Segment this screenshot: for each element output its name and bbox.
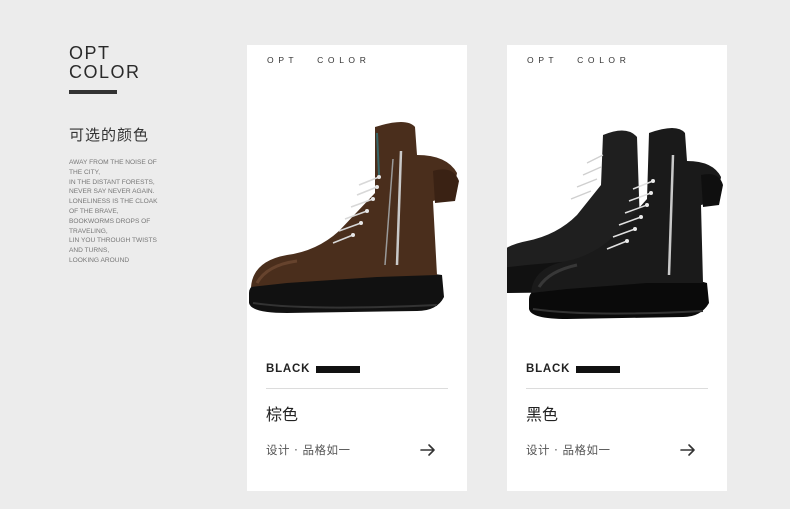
blurb-line: BOOKWORMS DROPS OF [69,217,151,225]
card-top-label: O P T C O L O R [527,55,626,65]
title-line-2: COLOR [69,62,141,82]
badge-label: BLACK [266,363,311,375]
card-top-label: O P T C O L O R [267,55,366,65]
divider [526,388,708,389]
blurb-line: LOOKING AROUND [69,256,130,264]
blurb-line: AWAY FROM THE NOISE OF [69,159,157,166]
badge-label: BLACK [526,363,571,375]
color-name: 黑色 [526,405,559,424]
blurb-line: IN THE DISTANT FORESTS, [69,178,155,186]
badge-bar [576,365,621,373]
blurb-line: THE CITY, [69,168,101,176]
title-line-1: OPT [69,43,111,63]
arrow-right-icon[interactable] [419,441,437,459]
badge-row: BLACK [526,363,621,375]
product-card-black[interactable]: O P T C O L O R BLACK 黑色 设计 · 品格如一 [507,45,727,491]
section-title: OPT COLOR [69,44,239,82]
blurb-line: TRAVELING, [69,227,108,235]
color-name: 棕色 [266,405,299,424]
intro-panel: OPT COLOR 可选的颜色 AWAY FROM THE NOISE OF T… [69,44,239,266]
badge-bar [316,365,361,373]
design-tagline: 设计 · 品格如一 [266,443,351,457]
badge-row: BLACK [266,363,361,375]
blurb-line: LIN YOU THROUGH TWISTS [69,237,157,245]
title-underline [69,90,117,94]
blurb-line: AND TURNS, [69,247,110,255]
blurb-line: OF THE BRAVE, [69,207,119,215]
cn-heading: 可选的颜色 [69,126,150,144]
product-card-brown[interactable]: O P T C O L O R BLACK 棕色 设计 · 品格如一 [247,45,467,491]
black-boot-image [507,128,723,319]
blurb-line: LONELINESS IS THE CLOAK [69,198,158,206]
brown-boot-image [249,122,459,313]
arrow-right-icon[interactable] [679,441,697,459]
intro-blurb: AWAY FROM THE NOISE OF THE CITY, IN THE … [69,158,239,266]
design-tagline: 设计 · 品格如一 [526,443,611,457]
divider [266,388,448,389]
blurb-line: NEVER SAY NEVER AGAIN. [69,188,155,196]
